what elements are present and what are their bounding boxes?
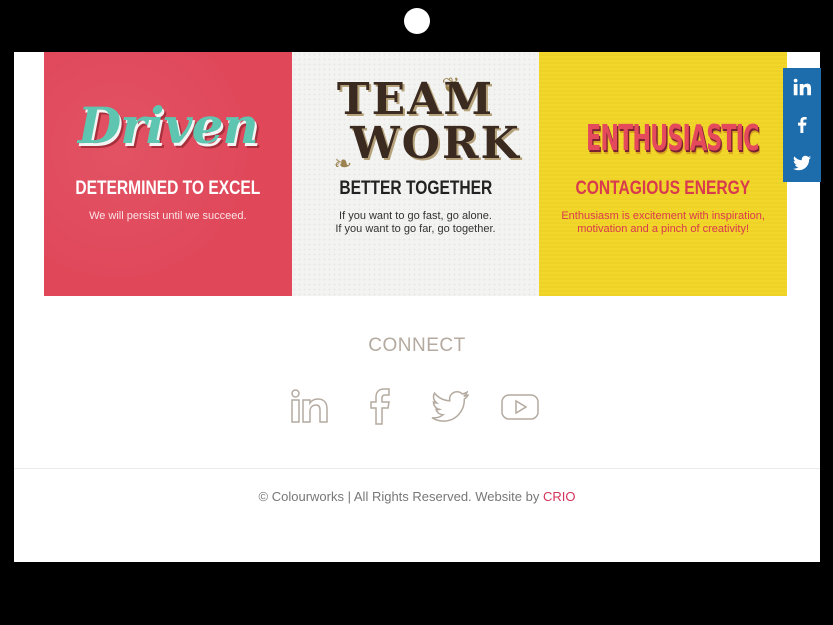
logo-line-1: TEAM	[336, 74, 495, 125]
twitter-share-button[interactable]	[783, 144, 821, 182]
facebook-icon[interactable]	[360, 382, 400, 430]
card-subtitle: BETTER TOGETHER	[339, 178, 492, 199]
linkedin-icon[interactable]	[290, 382, 330, 430]
twitter-icon[interactable]	[430, 382, 470, 430]
page-viewport: Driven DETERMINED TO EXCEL We will persi…	[14, 52, 820, 562]
value-card-teamwork: ❦ TEAM WORK ❧ BETTER TOGETHER If you wan…	[291, 52, 540, 296]
copyright-text: © Colourworks	[258, 489, 344, 504]
value-card-enthusiastic: ENTHUSIASTIC CONTAGIOUS ENERGY Enthusias…	[539, 52, 787, 296]
enthusiastic-logo: ENTHUSIASTIC	[586, 118, 759, 159]
ornament-icon: ❧	[333, 152, 353, 177]
description-line: If you want to go fast, go alone.	[339, 210, 492, 222]
card-description: Enthusiasm is excitement with inspiratio…	[551, 210, 775, 236]
rights-text: All Rights Reserved. Website by	[353, 489, 540, 504]
facebook-share-button[interactable]	[783, 106, 821, 144]
teamwork-logo: TEAM WORK	[292, 78, 540, 166]
card-description: If you want to go fast, go alone. If you…	[304, 210, 528, 236]
youtube-icon[interactable]	[500, 382, 540, 430]
linkedin-share-button[interactable]	[783, 68, 821, 106]
values-banner: Driven DETERMINED TO EXCEL We will persi…	[44, 52, 787, 296]
twitter-icon	[793, 155, 811, 171]
description-line: Enthusiasm is excitement with inspiratio…	[561, 210, 765, 222]
social-links	[290, 382, 540, 430]
floating-share-bar	[783, 68, 821, 182]
description-line: If you want to go far, go together.	[335, 223, 496, 235]
linkedin-icon	[793, 78, 811, 96]
facebook-icon	[798, 117, 807, 133]
card-subtitle: CONTAGIOUS ENERGY	[575, 178, 751, 199]
connect-heading: CONNECT	[368, 335, 466, 356]
crio-link[interactable]: CRIO	[543, 489, 576, 504]
description-line: motivation and a pinch of creativity!	[577, 223, 750, 235]
footer-separator: |	[347, 489, 351, 504]
card-subtitle: DETERMINED TO EXCEL	[75, 178, 261, 199]
footer-divider	[14, 468, 820, 469]
device-camera	[404, 8, 430, 34]
footer-copyright: © Colourworks | All Rights Reserved. Web…	[14, 489, 820, 504]
value-card-driven: Driven DETERMINED TO EXCEL We will persi…	[44, 52, 292, 296]
logo-line-2: WORK	[350, 118, 521, 169]
card-description: We will persist until we succeed.	[89, 210, 247, 222]
driven-logo: Driven	[77, 96, 259, 155]
